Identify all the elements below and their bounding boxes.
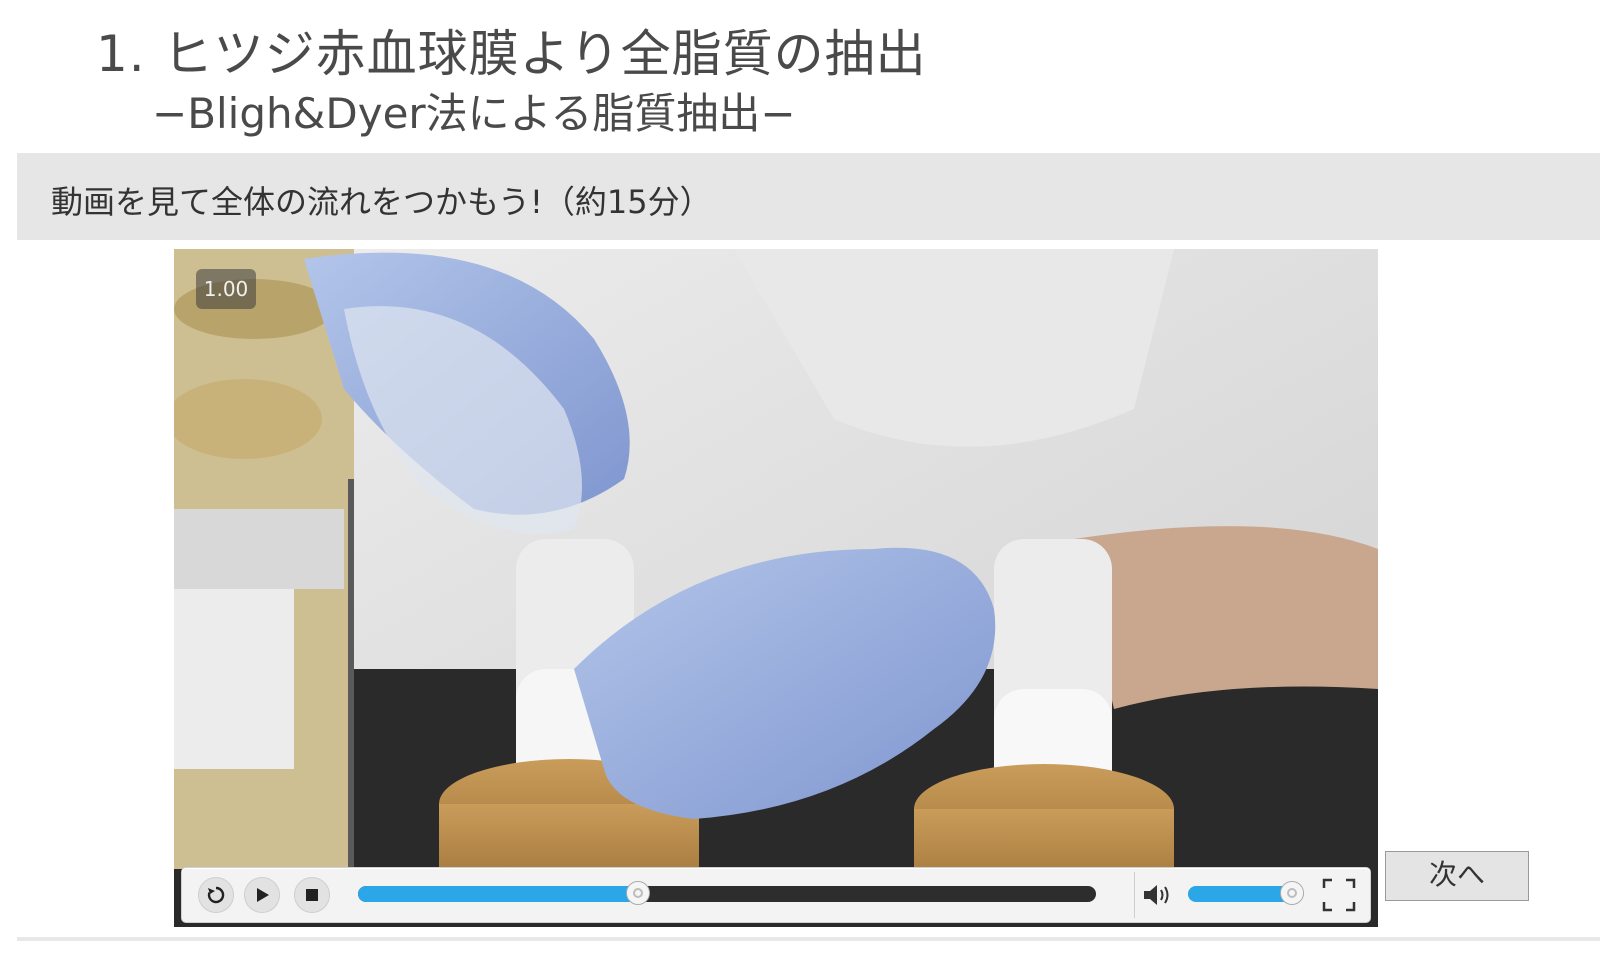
play-icon — [257, 888, 269, 902]
video-frame — [174, 249, 1378, 927]
volume-icon — [1144, 885, 1169, 905]
controls-divider — [1134, 872, 1135, 918]
replay-icon — [207, 886, 225, 904]
page-subtitle: −Bligh&Dyer法による脂質抽出− — [152, 89, 796, 138]
stop-button[interactable] — [294, 877, 330, 913]
volume-handle[interactable] — [1281, 882, 1304, 904]
video-player[interactable]: 1.00 — [174, 249, 1378, 927]
stop-icon — [306, 889, 318, 901]
seek-bar[interactable] — [358, 882, 1096, 904]
next-button[interactable]: 次へ — [1385, 851, 1529, 901]
play-button[interactable] — [244, 877, 280, 913]
volume-button[interactable] — [1138, 877, 1178, 913]
fullscreen-button[interactable] — [1320, 876, 1358, 914]
instruction-text: 動画を見て全体の流れをつかもう!（約15分） — [51, 183, 712, 221]
seek-progress — [358, 886, 639, 902]
seek-handle[interactable] — [627, 882, 650, 904]
instruction-banner: 動画を見て全体の流れをつかもう!（約15分） — [17, 153, 1600, 240]
volume-slider[interactable] — [1188, 882, 1304, 904]
replay-button[interactable] — [198, 877, 234, 913]
page-title: 1. ヒツジ赤血球膜より全脂質の抽出 — [96, 25, 927, 83]
video-controls — [182, 868, 1370, 922]
bottom-divider — [17, 937, 1600, 941]
fullscreen-icon — [1322, 878, 1356, 912]
volume-level — [1188, 886, 1293, 902]
playback-speed-badge[interactable]: 1.00 — [196, 269, 256, 309]
